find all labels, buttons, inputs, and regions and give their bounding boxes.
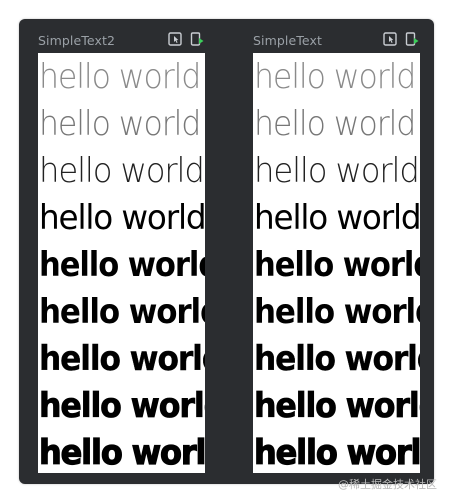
preview-panel-simpletext: SimpleText hello world hello world hello… [253, 19, 423, 484]
text-line-black: hello world [253, 432, 420, 473]
text-line-extralight: hello world [254, 104, 416, 144]
text-line-semibold: hello world [254, 292, 420, 332]
panel-toolbar [383, 32, 419, 46]
text-line-thin: hello world [39, 57, 201, 97]
text-line-extralight: hello world [39, 104, 201, 144]
preview-panel-simpletext2: SimpleText2 hello world hello world hell… [38, 19, 208, 484]
text-line-normal: hello world [39, 198, 205, 238]
deploy-to-device-icon[interactable] [405, 32, 419, 46]
text-line-black: hello world [38, 432, 205, 473]
interactive-preview-icon[interactable] [168, 32, 182, 46]
text-line-extrabold: hello world [39, 386, 205, 427]
text-line-medium: hello world [254, 245, 420, 285]
text-line-bold: hello world [254, 339, 420, 379]
panel-header: SimpleText [253, 29, 421, 51]
text-line-light: hello world [254, 151, 420, 191]
panel-header: SimpleText2 [38, 29, 206, 51]
watermark: @稀土掘金技术社区 [338, 478, 437, 491]
text-line-normal: hello world [254, 198, 420, 238]
text-line-light: hello world [39, 151, 205, 191]
panel-title: SimpleText2 [38, 32, 116, 48]
text-line-medium: hello world [39, 245, 205, 285]
deploy-to-device-icon[interactable] [190, 32, 204, 46]
text-line-bold: hello world [39, 339, 205, 379]
text-line-semibold: hello world [39, 292, 205, 332]
panel-toolbar [168, 32, 204, 46]
interactive-preview-icon[interactable] [383, 32, 397, 46]
panel-title: SimpleText [253, 32, 322, 48]
preview-window: SimpleText2 hello world hello world hell… [19, 19, 434, 484]
text-line-extrabold: hello world [254, 386, 420, 427]
preview-canvas: hello world hello world hello world hell… [253, 53, 420, 473]
text-line-thin: hello world [254, 57, 416, 97]
preview-canvas: hello world hello world hello world hell… [38, 53, 205, 473]
